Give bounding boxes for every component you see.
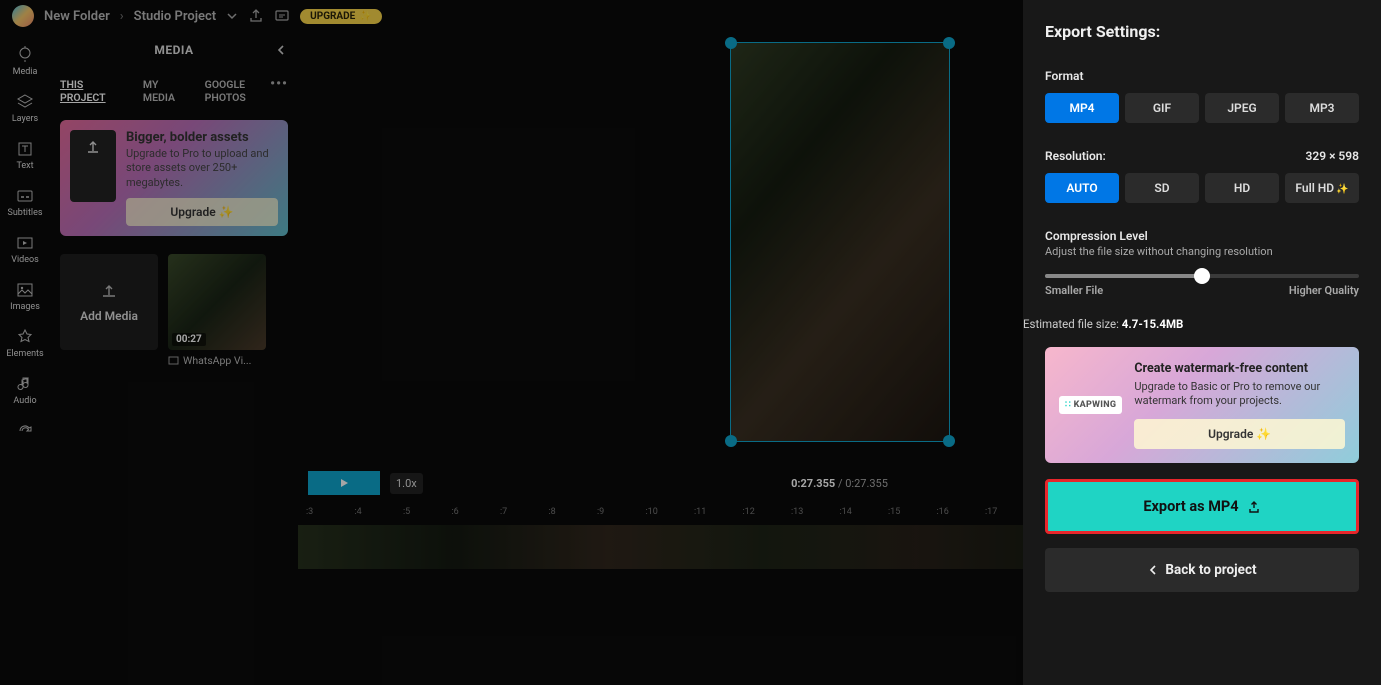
media-clip[interactable]: 00:27 WhatsApp Vi...: [168, 254, 266, 367]
nav-subtitles[interactable]: Subtitles: [0, 181, 50, 224]
compression-subtitle: Adjust the file size without changing re…: [1045, 245, 1359, 258]
ruler-tick: :14: [840, 507, 889, 517]
slider-thumb[interactable]: [1194, 268, 1210, 284]
promo-title: Bigger, bolder assets: [126, 130, 278, 145]
comment-icon[interactable]: [274, 8, 290, 24]
ruler-tick: :6: [452, 507, 501, 517]
more-icon[interactable]: •••: [270, 76, 288, 92]
format-mp4[interactable]: MP4: [1045, 93, 1119, 123]
format-mp3[interactable]: MP3: [1285, 93, 1359, 123]
video-file-icon: [168, 355, 179, 366]
app-logo: [12, 5, 34, 27]
slider-fill: [1045, 274, 1202, 278]
ruler-tick: :3: [306, 507, 355, 517]
ruler-tick: :11: [694, 507, 743, 517]
resize-handle-tl[interactable]: [725, 37, 737, 49]
ruler-tick: :15: [888, 507, 937, 517]
watermark-upgrade-button[interactable]: Upgrade ✨: [1134, 419, 1345, 449]
left-nav: Media Layers Text Subtitles Videos Image…: [0, 32, 50, 685]
chevron-down-icon[interactable]: [226, 10, 238, 22]
watermark-promo-card: ∷ KAPWING Create watermark-free content …: [1045, 347, 1359, 463]
format-label: Format: [1045, 69, 1359, 83]
tab-my-media[interactable]: MY MEDIA: [143, 78, 193, 104]
media-panel: MEDIA THIS PROJECT MY MEDIA GOOGLE PHOTO…: [50, 32, 298, 685]
breadcrumb-project[interactable]: Studio Project: [134, 9, 217, 24]
res-sd[interactable]: SD: [1125, 173, 1199, 203]
nav-media[interactable]: Media: [0, 40, 50, 83]
ruler-tick: :12: [743, 507, 792, 517]
resolution-options: AUTO SD HD Full HD: [1045, 173, 1359, 203]
promo-thumbnail: [70, 130, 116, 202]
watermark-text: Upgrade to Basic or Pro to remove our wa…: [1134, 380, 1345, 410]
nav-text[interactable]: Text: [0, 134, 50, 177]
nav-elements[interactable]: Elements: [0, 322, 50, 365]
compression-slider[interactable]: [1045, 274, 1359, 278]
media-panel-title: MEDIA: [154, 43, 193, 57]
ruler-tick: :4: [355, 507, 404, 517]
format-options: MP4 GIF JPEG MP3: [1045, 93, 1359, 123]
resize-handle-br[interactable]: [943, 435, 955, 447]
tab-this-project[interactable]: THIS PROJECT: [60, 78, 131, 104]
nav-layers[interactable]: Layers: [0, 87, 50, 130]
format-gif[interactable]: GIF: [1125, 93, 1199, 123]
promo-upgrade-button[interactable]: Upgrade ✨: [126, 198, 278, 226]
ruler-tick: :16: [937, 507, 986, 517]
collapse-panel-icon[interactable]: [274, 43, 288, 57]
resolution-value: 329 × 598: [1306, 149, 1359, 163]
share-icon[interactable]: [248, 8, 264, 24]
ruler-tick: :8: [549, 507, 598, 517]
export-button[interactable]: Export as MP4: [1045, 479, 1359, 534]
nav-redo[interactable]: [0, 416, 50, 446]
export-title: Export Settings:: [1045, 22, 1359, 41]
ruler-tick: :9: [597, 507, 646, 517]
ruler-tick: :5: [403, 507, 452, 517]
play-button[interactable]: [308, 471, 380, 495]
upload-icon: [84, 138, 102, 156]
back-button[interactable]: Back to project: [1045, 548, 1359, 592]
playback-speed[interactable]: 1.0x: [390, 473, 423, 494]
promo-text: Upgrade to Pro to upload and store asset…: [126, 147, 278, 190]
chevron-left-icon: [1147, 564, 1159, 576]
upgrade-promo-card: Bigger, bolder assets Upgrade to Pro to …: [60, 120, 288, 236]
add-media-button[interactable]: Add Media: [60, 254, 158, 350]
upload-icon: [99, 281, 119, 301]
compression-label: Compression Level: [1045, 229, 1359, 243]
export-icon: [1247, 500, 1261, 514]
res-auto[interactable]: AUTO: [1045, 173, 1119, 203]
nav-videos[interactable]: Videos: [0, 228, 50, 271]
upgrade-pill[interactable]: UPGRADE✨: [300, 9, 382, 24]
slider-label-left: Smaller File: [1045, 284, 1103, 297]
timecode: 0:27.355 / 0:27.355: [791, 477, 888, 490]
resize-handle-bl[interactable]: [725, 435, 737, 447]
resolution-label: Resolution:: [1045, 149, 1106, 163]
media-tabs: THIS PROJECT MY MEDIA GOOGLE PHOTOS •••: [60, 78, 288, 104]
res-fullhd[interactable]: Full HD: [1285, 173, 1359, 203]
ruler-tick: :13: [791, 507, 840, 517]
slider-label-right: Higher Quality: [1289, 284, 1359, 297]
canvas-video[interactable]: [730, 42, 950, 442]
nav-images[interactable]: Images: [0, 275, 50, 318]
ruler-tick: :7: [500, 507, 549, 517]
clip-duration: 00:27: [172, 333, 206, 346]
nav-audio[interactable]: Audio: [0, 369, 50, 412]
ruler-tick: :10: [646, 507, 695, 517]
breadcrumb-folder[interactable]: New Folder: [44, 9, 110, 24]
resize-handle-tr[interactable]: [943, 37, 955, 49]
watermark-title: Create watermark-free content: [1134, 361, 1345, 377]
kapwing-logo: ∷ KAPWING: [1059, 396, 1122, 414]
res-hd[interactable]: HD: [1205, 173, 1279, 203]
clip-thumbnail[interactable]: 00:27: [168, 254, 266, 350]
clip-filename: WhatsApp Vi...: [168, 354, 266, 367]
chevron-right-icon: ›: [120, 9, 124, 24]
format-jpeg[interactable]: JPEG: [1205, 93, 1279, 123]
estimated-size: Estimated file size: 4.7-15.4MB: [1023, 317, 1359, 331]
export-panel: Export Settings: Format MP4 GIF JPEG MP3…: [1023, 0, 1381, 685]
